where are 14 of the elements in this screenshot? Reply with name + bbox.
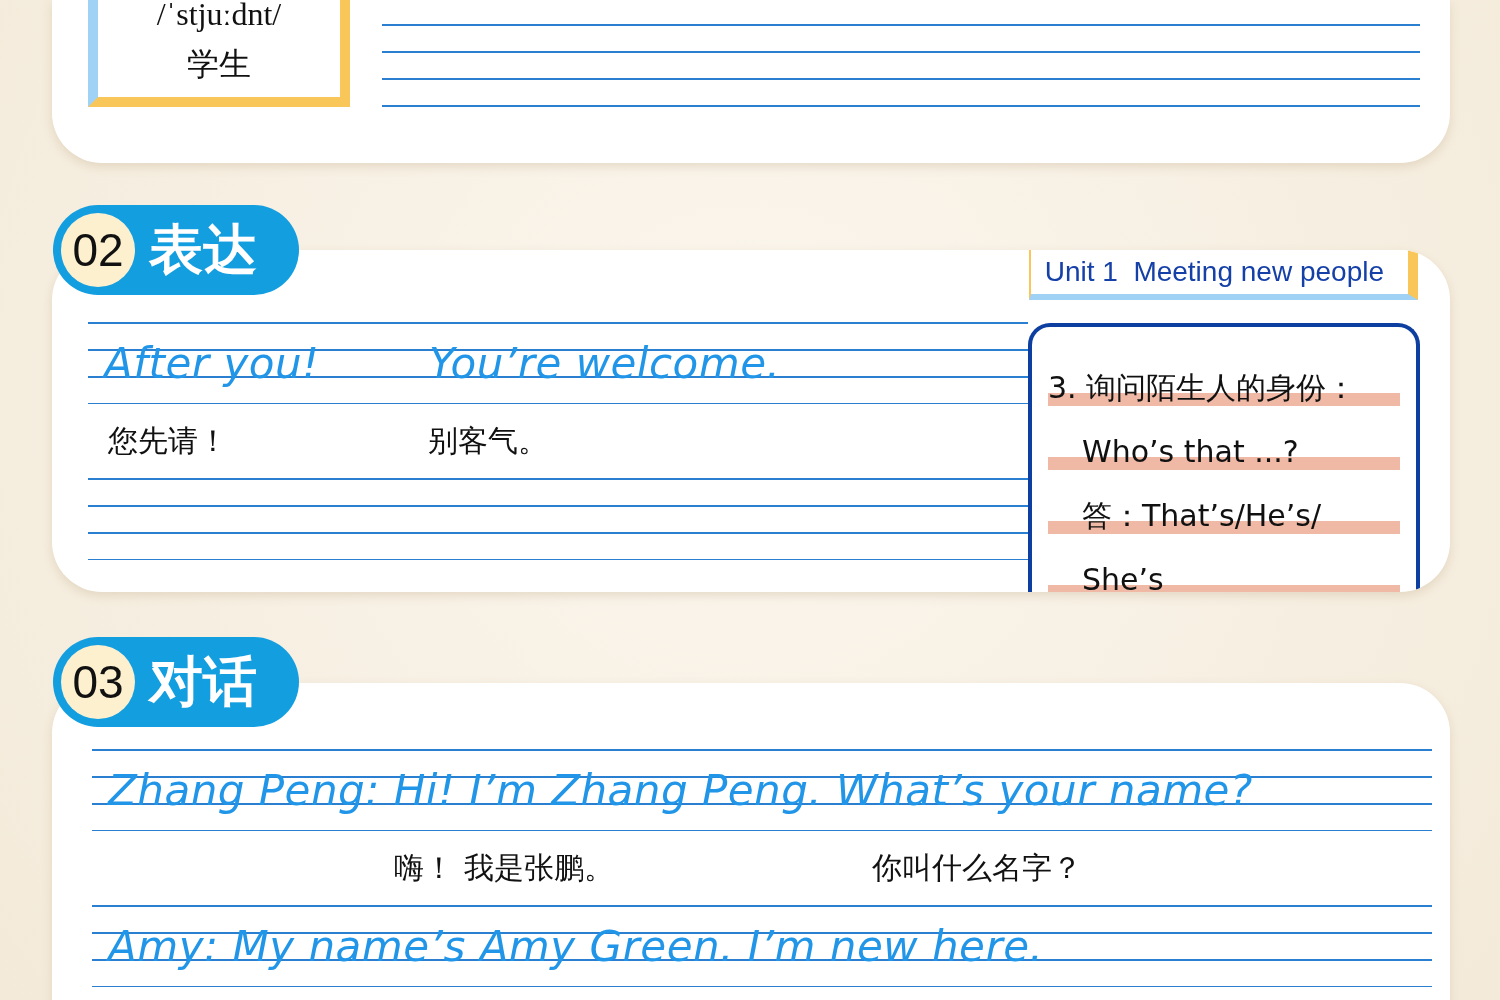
section-title: 表达 xyxy=(149,216,257,283)
handwritten-sentence: Amy: My name’s Amy Green. I’m new here. xyxy=(108,921,1044,971)
handwritten-sentence: You’re welcome. xyxy=(429,338,781,388)
translation-text: 别客气。 xyxy=(428,421,548,460)
unit-tag: Unit 1 Meeting new people xyxy=(1028,250,1418,300)
section-title: 对话 xyxy=(149,648,257,715)
section-number: 03 xyxy=(61,645,135,719)
translation-text: 您先请！ xyxy=(108,421,229,460)
translation-text: 你叫什么名字？ xyxy=(872,848,1082,887)
handwritten-sentence: After you! xyxy=(104,338,321,388)
handwritten-sentence: Zhang Peng: Hi! I’m Zhang Peng. What’s your name? xyxy=(108,765,1253,815)
meaning-text: 学生 xyxy=(187,44,251,85)
translation-text: 嗨！ 我是张鹏。 xyxy=(394,848,615,887)
section-number: 02 xyxy=(61,213,135,287)
